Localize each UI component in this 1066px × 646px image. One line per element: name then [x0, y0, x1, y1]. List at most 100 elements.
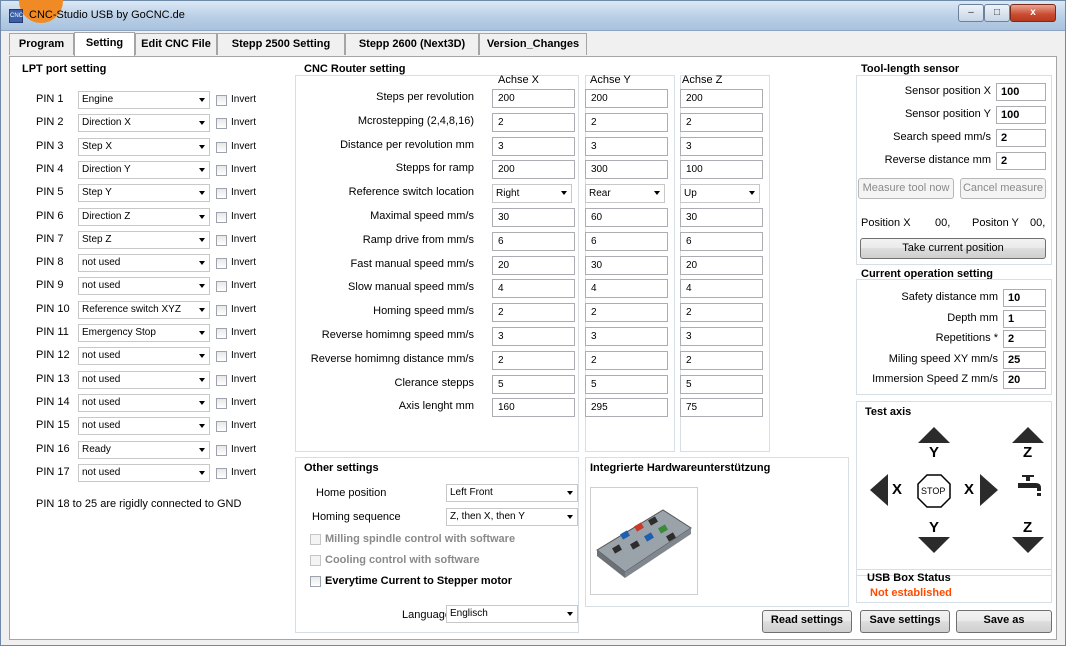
router-value-input[interactable]: 30	[680, 208, 763, 227]
home-position-select[interactable]: Left Front	[446, 484, 578, 502]
pin-function-select[interactable]: Ready	[78, 440, 210, 459]
y-minus-button[interactable]: Y	[916, 519, 952, 555]
invert-checkbox[interactable]	[216, 118, 227, 130]
router-value-input[interactable]: 6	[585, 231, 668, 251]
reference-switch-select[interactable]: Rear	[585, 184, 665, 204]
tab-edit-cnc-file[interactable]: Edit CNC File	[135, 33, 217, 55]
invert-checkbox[interactable]	[216, 188, 227, 200]
pin-function-select[interactable]: not used	[78, 347, 210, 366]
router-value-input[interactable]: 4	[585, 279, 668, 299]
router-value-input[interactable]: 3	[680, 327, 763, 346]
invert-checkbox[interactable]	[216, 351, 227, 363]
invert-checkbox[interactable]	[216, 258, 227, 270]
router-value-input[interactable]: 20	[492, 255, 575, 275]
router-value-input[interactable]: 2	[680, 112, 763, 132]
router-value-input[interactable]: 5	[492, 374, 575, 394]
router-value-input[interactable]: 2	[680, 350, 763, 370]
router-value-input[interactable]: 20	[680, 255, 763, 275]
pin-function-select[interactable]: not used	[78, 254, 210, 273]
pin-function-select[interactable]: not used	[78, 417, 210, 436]
pin-function-select[interactable]: Direction X	[78, 114, 210, 133]
invert-checkbox[interactable]	[216, 141, 227, 153]
tool-sensor-input[interactable]: 2	[996, 129, 1046, 147]
operation-input[interactable]: 25	[1003, 350, 1046, 369]
take-current-position-button[interactable]: Take current position	[860, 238, 1046, 259]
router-value-input[interactable]: 200	[492, 89, 575, 108]
tool-sensor-input[interactable]: 100	[996, 83, 1046, 101]
operation-input[interactable]: 10	[1003, 289, 1046, 307]
router-value-input[interactable]: 3	[492, 327, 575, 346]
pin-function-select[interactable]: not used	[78, 463, 210, 482]
invert-checkbox[interactable]	[216, 374, 227, 386]
pin-function-select[interactable]: not used	[78, 277, 210, 296]
tool-sensor-input[interactable]: 2	[996, 152, 1046, 170]
everytime-current-checkbox[interactable]	[310, 576, 321, 587]
tool-sensor-input[interactable]: 100	[996, 106, 1046, 124]
save-settings-button[interactable]: Save settings	[860, 610, 950, 633]
pin-function-select[interactable]: Emergency Stop	[78, 324, 210, 342]
cooling-checkbox[interactable]	[310, 555, 321, 566]
reference-switch-select[interactable]: Right	[492, 184, 572, 204]
router-value-input[interactable]: 200	[492, 160, 575, 180]
invert-checkbox[interactable]	[216, 281, 227, 293]
pin-function-select[interactable]: not used	[78, 370, 210, 389]
invert-checkbox[interactable]	[216, 328, 227, 339]
router-value-input[interactable]: 2	[680, 303, 763, 323]
pin-function-select[interactable]: Step Y	[78, 184, 210, 203]
router-value-input[interactable]: 200	[585, 89, 668, 108]
router-value-input[interactable]: 5	[680, 374, 763, 394]
pin-function-select[interactable]: Engine	[78, 91, 210, 109]
router-value-input[interactable]: 2	[492, 303, 575, 323]
read-settings-button[interactable]: Read settings	[762, 610, 852, 633]
invert-checkbox[interactable]	[216, 467, 227, 479]
invert-checkbox[interactable]	[216, 444, 227, 456]
invert-checkbox[interactable]	[216, 95, 227, 106]
tab-program[interactable]: Program	[9, 33, 74, 55]
operation-input[interactable]: 2	[1003, 330, 1046, 348]
router-value-input[interactable]: 2	[585, 112, 668, 132]
router-value-input[interactable]: 75	[680, 398, 763, 418]
z-plus-button[interactable]: Z	[1010, 425, 1046, 461]
measure-tool-button[interactable]: Measure tool now	[858, 178, 954, 199]
router-value-input[interactable]: 30	[585, 255, 668, 275]
tab-stepp-2600[interactable]: Stepp 2600 (Next3D)	[345, 33, 479, 55]
invert-checkbox[interactable]	[216, 397, 227, 409]
pin-function-select[interactable]: Direction Y	[78, 160, 210, 179]
pin-function-select[interactable]: Direction Z	[78, 207, 210, 226]
router-value-input[interactable]: 4	[492, 279, 575, 299]
router-value-input[interactable]: 3	[585, 136, 668, 156]
tab-stepp-2500[interactable]: Stepp 2500 Setting	[217, 33, 345, 55]
pin-function-select[interactable]: Reference switch XYZ	[78, 300, 210, 319]
cooling-toggle-button[interactable]	[1014, 473, 1044, 499]
invert-checkbox[interactable]	[216, 304, 227, 316]
router-value-input[interactable]: 2	[492, 350, 575, 370]
invert-checkbox[interactable]	[216, 234, 227, 246]
pin-function-select[interactable]: not used	[78, 393, 210, 412]
cancel-measure-button[interactable]: Cancel measure	[960, 178, 1046, 199]
router-value-input[interactable]: 2	[585, 350, 668, 370]
router-value-input[interactable]: 295	[585, 398, 668, 418]
save-as-button[interactable]: Save as	[956, 610, 1052, 633]
maximize-button[interactable]: □	[984, 4, 1010, 22]
router-value-input[interactable]: 4	[680, 279, 763, 299]
router-value-input[interactable]: 5	[585, 374, 668, 394]
router-value-input[interactable]: 2	[492, 112, 575, 132]
minimize-button[interactable]: –	[958, 4, 984, 22]
router-value-input[interactable]: 100	[680, 160, 763, 180]
tab-setting[interactable]: Setting	[74, 32, 135, 56]
language-select[interactable]: Englisch	[446, 605, 578, 623]
invert-checkbox[interactable]	[216, 421, 227, 433]
router-value-input[interactable]: 3	[492, 136, 575, 156]
tab-version-changes[interactable]: Version_Changes	[479, 33, 587, 55]
router-value-input[interactable]: 6	[680, 231, 763, 251]
homing-sequence-select[interactable]: Z, then X, then Y	[446, 508, 578, 526]
x-plus-button[interactable]: X	[958, 472, 1000, 508]
y-plus-button[interactable]: Y	[916, 425, 952, 461]
milling-spindle-checkbox[interactable]	[310, 534, 321, 545]
pin-function-select[interactable]: Step X	[78, 137, 210, 156]
router-value-input[interactable]: 200	[680, 89, 763, 108]
operation-input[interactable]: 1	[1003, 309, 1046, 328]
router-value-input[interactable]: 160	[492, 398, 575, 418]
invert-checkbox[interactable]	[216, 211, 227, 223]
router-value-input[interactable]: 3	[585, 327, 668, 346]
